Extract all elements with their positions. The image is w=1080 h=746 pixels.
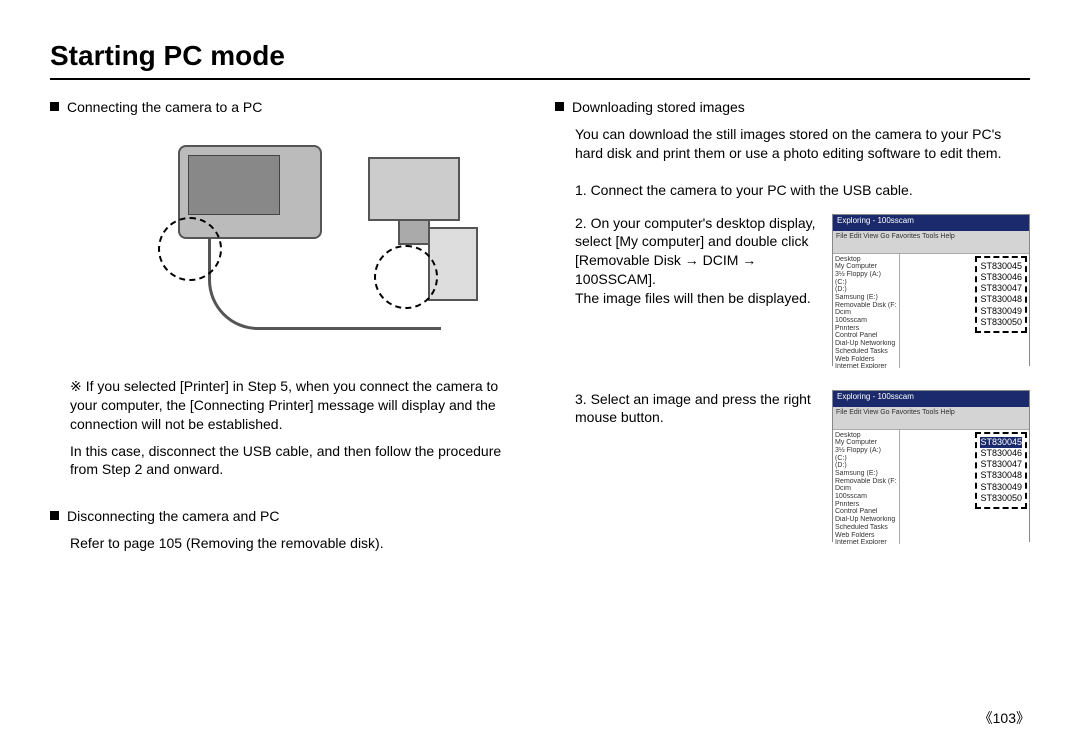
- tree-item: Removable Disk (F:): [835, 302, 897, 310]
- connecting-heading: Connecting the camera to a PC: [67, 98, 262, 117]
- tree-item: (C:): [835, 279, 897, 287]
- bullet-icon: [50, 511, 59, 520]
- tree-item: My Computer: [835, 263, 897, 271]
- explorer-tree: DesktopMy Computer3½ Floppy (A:)(C:)(D:)…: [833, 254, 900, 368]
- explorer-tree: DesktopMy Computer3½ Floppy (A:)(C:)(D:)…: [833, 430, 900, 544]
- file-item: ST830045: [980, 437, 1022, 448]
- explorer-menu: File Edit View Go Favorites Tools Help: [833, 407, 1029, 418]
- tree-item: (D:): [835, 462, 897, 470]
- file-item: ST830046: [980, 272, 1022, 283]
- bullet-icon: [555, 102, 564, 111]
- monitor-graphic: [368, 157, 460, 221]
- file-item: ST830049: [980, 306, 1022, 317]
- tree-item: Removable Disk (F:): [835, 478, 897, 486]
- tree-item: 3½ Floppy (A:): [835, 271, 897, 279]
- tree-item: Dcim: [835, 485, 897, 493]
- explorer-screenshot-1: Exploring - 100sscam File Edit View Go F…: [832, 214, 1030, 366]
- tree-item: Internet Explorer: [835, 539, 897, 543]
- tree-item: Printers: [835, 325, 897, 333]
- downloading-intro: You can download the still images stored…: [575, 125, 1030, 163]
- file-item: ST830045: [980, 261, 1022, 272]
- file-list-highlight: ST830045ST830046ST830047ST830048ST830049…: [975, 432, 1027, 510]
- explorer-toolbar: File Edit View Go Favorites Tools Help: [833, 407, 1029, 430]
- left-column: Connecting the camera to a PC ※If you se…: [50, 98, 525, 566]
- tree-item: Dcim: [835, 309, 897, 317]
- file-item: ST830048: [980, 294, 1022, 305]
- tree-item: Samsung (E:): [835, 470, 897, 478]
- step-2-line1: 2. On your computer's desktop display, s…: [575, 214, 818, 290]
- step-1: 1. Connect the camera to your PC with th…: [575, 181, 1030, 200]
- explorer-titlebar: Exploring - 100sscam: [833, 215, 1029, 231]
- camera-screen-graphic: [188, 155, 280, 215]
- tree-item: Samsung (E:): [835, 294, 897, 302]
- step-2-line2: The image files will then be displayed.: [575, 289, 818, 308]
- step-3: 3. Select an image and press the right m…: [575, 390, 818, 428]
- explorer-titlebar: Exploring - 100sscam: [833, 391, 1029, 407]
- disconnecting-heading: Disconnecting the camera and PC: [67, 507, 279, 526]
- file-item: ST830048: [980, 470, 1022, 481]
- explorer-toolbar: File Edit View Go Favorites Tools Help: [833, 231, 1029, 254]
- explorer-file-pane: ST830045ST830046ST830047ST830048ST830049…: [900, 254, 1029, 368]
- page-title: Starting PC mode: [50, 40, 1030, 80]
- tree-item: Scheduled Tasks: [835, 348, 897, 356]
- tree-item: 100sscam: [835, 493, 897, 501]
- printer-note: ※If you selected [Printer] in Step 5, wh…: [70, 377, 525, 434]
- downloading-heading: Downloading stored images: [572, 98, 745, 117]
- file-item: ST830047: [980, 459, 1022, 470]
- bullet-icon: [50, 102, 59, 111]
- file-item: ST830047: [980, 283, 1022, 294]
- printer-note-text: If you selected [Printer] in Step 5, whe…: [70, 378, 498, 432]
- printer-note-continued: In this case, disconnect the USB cable, …: [70, 442, 525, 480]
- file-item: ST830050: [980, 317, 1022, 328]
- explorer-screenshot-2: Exploring - 100sscam File Edit View Go F…: [832, 390, 1030, 542]
- tree-item: Desktop: [835, 432, 897, 440]
- explorer-menu: File Edit View Go Favorites Tools Help: [833, 231, 1029, 242]
- tree-item: Control Panel: [835, 332, 897, 340]
- tree-item: Web Folders: [835, 532, 897, 540]
- tree-item: 3½ Floppy (A:): [835, 447, 897, 455]
- camera-to-pc-illustration: [98, 127, 478, 357]
- tree-item: Dial-Up Networking: [835, 340, 897, 348]
- tree-item: Web Folders: [835, 356, 897, 364]
- tree-item: Desktop: [835, 256, 897, 264]
- tree-item: Scheduled Tasks: [835, 524, 897, 532]
- tree-item: Control Panel: [835, 508, 897, 516]
- right-column: Downloading stored images You can downlo…: [555, 98, 1030, 566]
- tree-item: Printers: [835, 501, 897, 509]
- tree-item: My Computer: [835, 439, 897, 447]
- reference-mark-icon: ※: [70, 378, 82, 394]
- explorer-file-pane: ST830045ST830046ST830047ST830048ST830049…: [900, 430, 1029, 544]
- disconnecting-body: Refer to page 105 (Removing the removabl…: [70, 534, 525, 553]
- tree-item: (D:): [835, 286, 897, 294]
- tree-item: (C:): [835, 455, 897, 463]
- file-list-highlight: ST830045ST830046ST830047ST830048ST830049…: [975, 256, 1027, 334]
- tree-item: Dial-Up Networking: [835, 516, 897, 524]
- tree-item: 100sscam: [835, 317, 897, 325]
- callout-circle-pc-port: [374, 245, 438, 309]
- file-item: ST830046: [980, 448, 1022, 459]
- tree-item: Internet Explorer: [835, 363, 897, 367]
- file-item: ST830050: [980, 493, 1022, 504]
- page-number: 《103》: [979, 708, 1030, 728]
- file-item: ST830049: [980, 482, 1022, 493]
- callout-circle-camera-port: [158, 217, 222, 281]
